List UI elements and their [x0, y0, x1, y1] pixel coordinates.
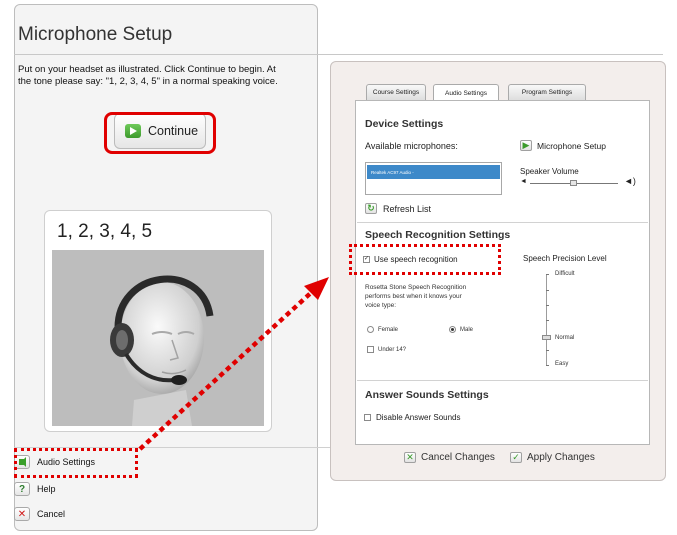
microphone-list[interactable]: Realtek AC97 Audio -	[365, 162, 502, 195]
headset-card: 1, 2, 3, 4, 5	[44, 210, 272, 432]
cancel-label: Cancel	[37, 509, 66, 519]
precision-knob[interactable]	[542, 335, 551, 340]
speech-recognition-highlight	[349, 244, 501, 275]
x-icon: ✕	[404, 452, 416, 463]
voice-type-description: Rosetta Stone Speech Recognition perform…	[365, 284, 467, 309]
mic-setup-instructions: Put on your headset as illustrated. Clic…	[18, 64, 278, 87]
difficult-label: Difficult	[555, 271, 575, 277]
continue-highlight	[104, 112, 216, 154]
divider	[357, 380, 648, 381]
microphone-setup-label: Microphone Setup	[537, 140, 606, 151]
head-with-headset-image	[52, 250, 264, 426]
speech-recognition-heading: Speech Recognition Settings	[365, 229, 511, 241]
speech-precision-label: Speech Precision Level	[523, 254, 607, 263]
apply-changes-label: Apply Changes	[527, 452, 595, 463]
cancel-changes-button[interactable]: ✕ Cancel Changes	[404, 452, 495, 463]
speaker-volume-label: Speaker Volume	[520, 167, 579, 176]
under-14-label: Under 14?	[378, 347, 407, 353]
male-label: Male	[460, 327, 474, 333]
x-icon: ✕	[14, 507, 30, 521]
male-radio[interactable]	[449, 326, 456, 333]
female-label: Female	[378, 327, 399, 333]
play-icon: ▶	[520, 140, 532, 151]
slider-tick	[546, 274, 549, 275]
device-settings-heading: Device Settings	[365, 118, 444, 130]
divider	[14, 54, 663, 55]
tab-audio-settings[interactable]: Audio Settings	[433, 84, 499, 101]
easy-label: Easy	[555, 361, 569, 367]
check-icon: ✓	[510, 452, 522, 463]
under-14-checkbox[interactable]	[367, 346, 374, 353]
apply-changes-button[interactable]: ✓ Apply Changes	[510, 452, 595, 463]
microphone-list-item[interactable]: Realtek AC97 Audio -	[367, 165, 500, 179]
volume-low-icon: ◄	[520, 178, 527, 185]
female-radio[interactable]	[367, 326, 374, 333]
refresh-icon: ↻	[365, 203, 377, 214]
available-microphones-label: Available microphones:	[365, 141, 458, 151]
headset-illustration	[52, 250, 264, 426]
help-label: Help	[37, 484, 56, 494]
tab-program-settings[interactable]: Program Settings	[508, 84, 586, 100]
refresh-list-button[interactable]: ↻ Refresh List	[365, 203, 431, 214]
help-link[interactable]: ? Help	[14, 482, 56, 496]
slider-tick	[546, 290, 549, 291]
tab-course-settings[interactable]: Course Settings	[366, 84, 426, 100]
answer-sounds-heading: Answer Sounds Settings	[365, 389, 489, 401]
slider-tick	[546, 350, 549, 351]
count-phrase: 1, 2, 3, 4, 5	[57, 221, 153, 242]
disable-answer-sounds-checkbox[interactable]	[364, 414, 371, 421]
slider-tick	[546, 365, 549, 366]
slider-tick	[546, 305, 549, 306]
cancel-changes-label: Cancel Changes	[421, 452, 495, 463]
microphone-setup-button[interactable]: ▶ Microphone Setup	[520, 140, 606, 151]
normal-label: Normal	[555, 335, 575, 341]
cancel-link[interactable]: ✕ Cancel	[14, 507, 65, 521]
audio-settings-highlight	[14, 448, 138, 478]
speaker-volume-slider[interactable]: ◄ ◄)	[520, 176, 638, 189]
mic-setup-title: Microphone Setup	[18, 24, 173, 45]
volume-knob[interactable]	[570, 180, 577, 186]
disable-answer-sounds-label: Disable Answer Sounds	[376, 413, 461, 422]
question-icon: ?	[14, 482, 30, 496]
volume-high-icon: ◄)	[624, 176, 636, 186]
divider	[357, 222, 648, 223]
refresh-list-label: Refresh List	[383, 203, 432, 214]
slider-tick	[546, 320, 549, 321]
